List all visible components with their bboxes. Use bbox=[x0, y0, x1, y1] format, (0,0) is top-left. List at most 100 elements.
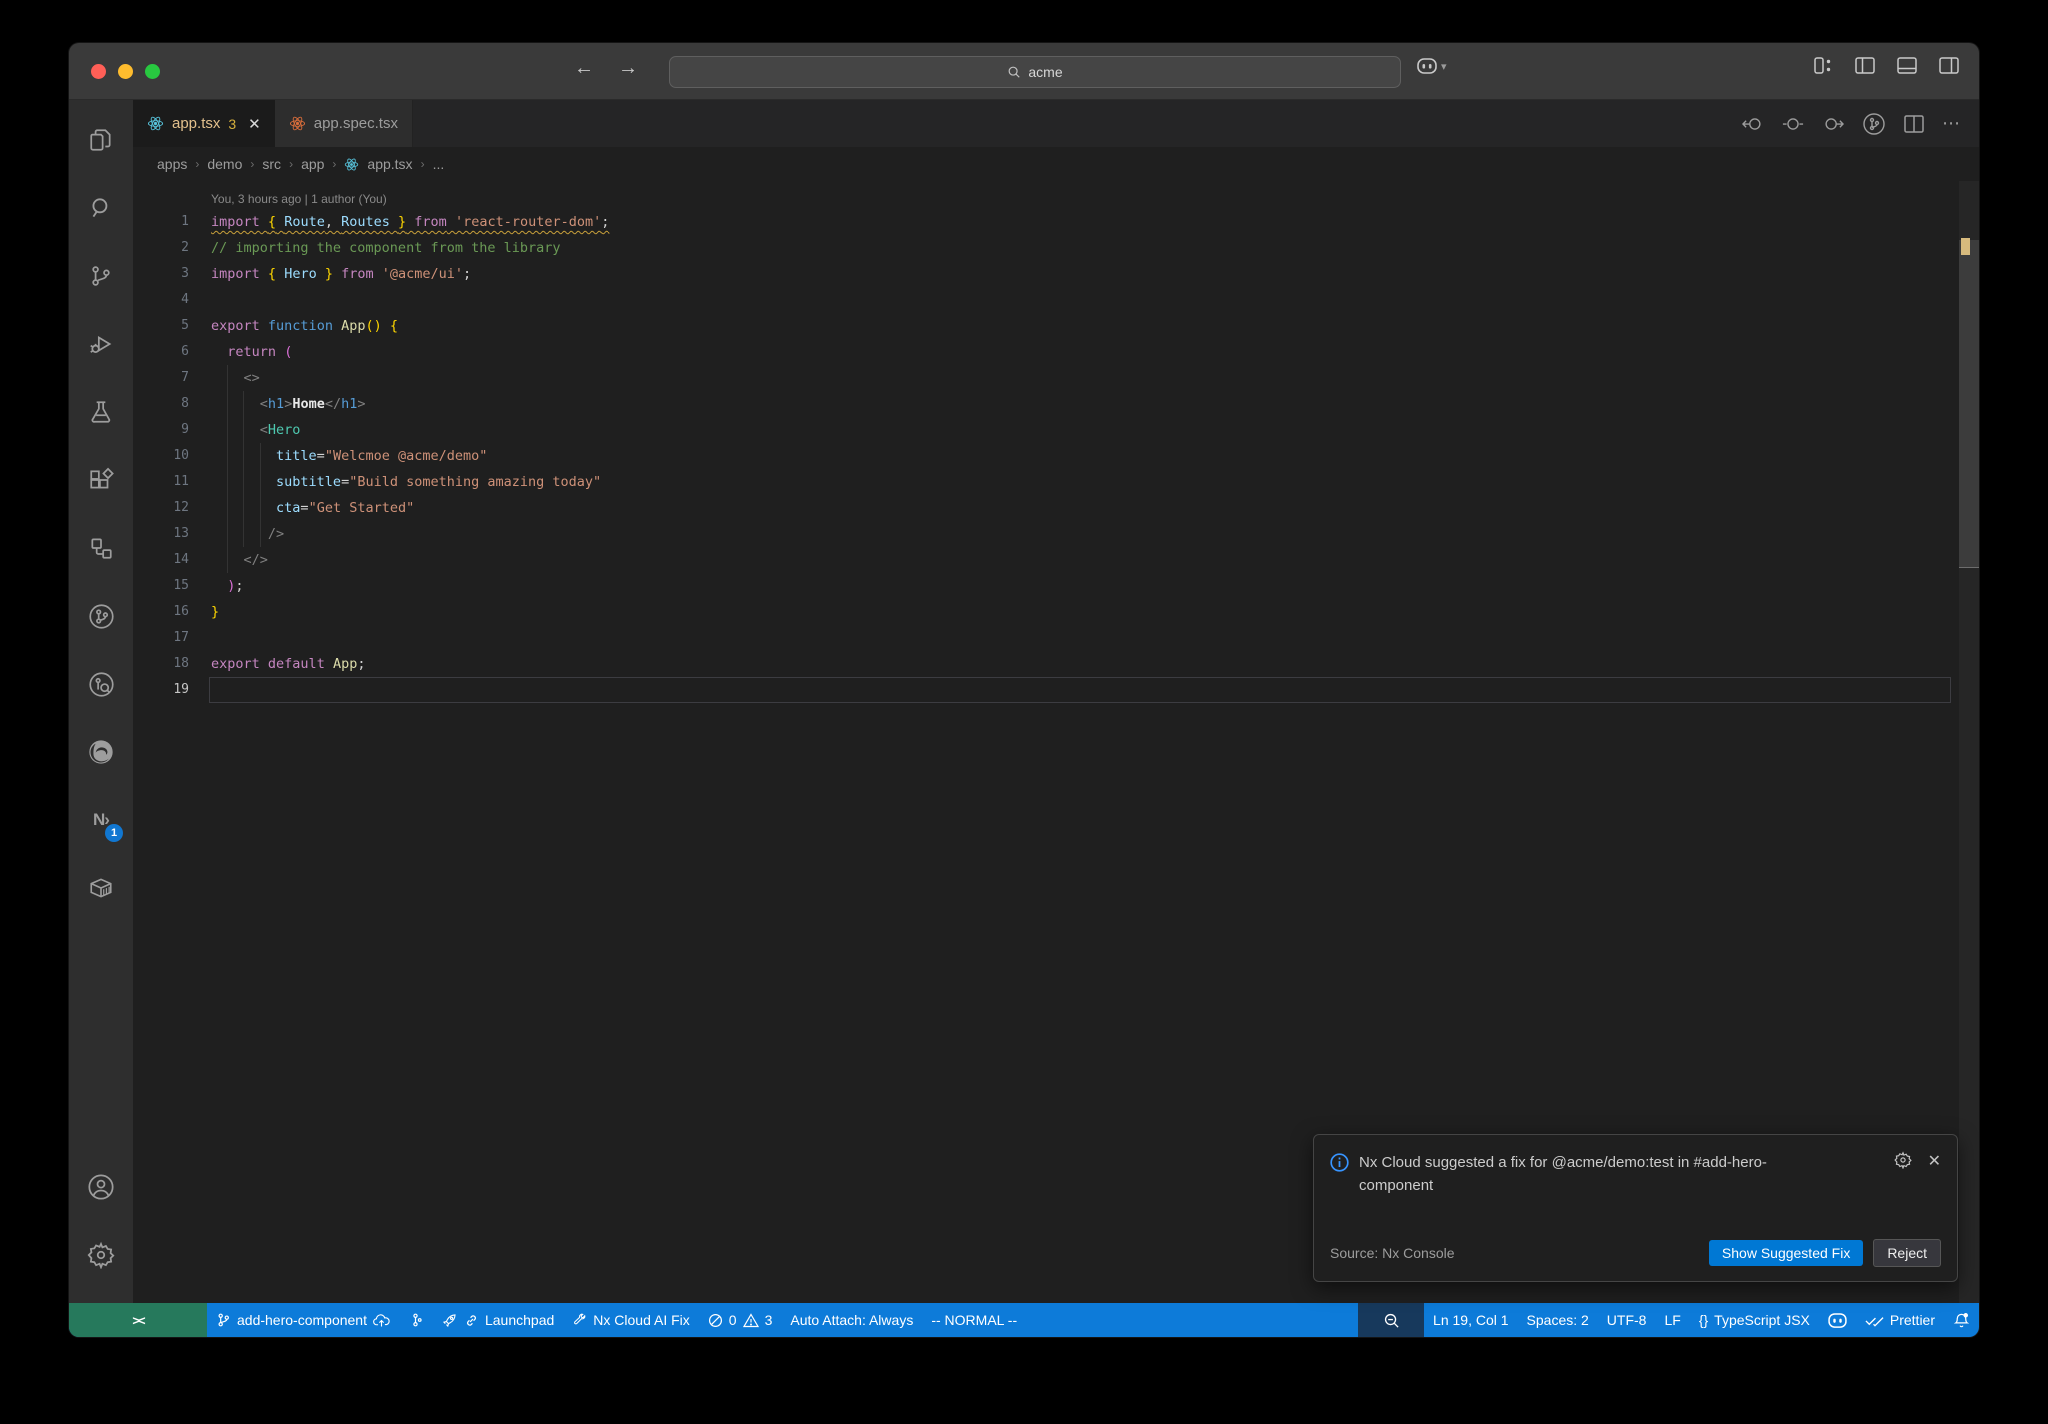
vim-mode-status-item[interactable]: -- NORMAL -- bbox=[922, 1303, 1026, 1337]
error-icon bbox=[708, 1313, 723, 1328]
run-debug-icon[interactable] bbox=[77, 318, 125, 370]
code-line[interactable]: 19 bbox=[133, 677, 1979, 703]
changes-icon[interactable] bbox=[1782, 115, 1804, 133]
source-control-icon[interactable] bbox=[77, 250, 125, 302]
testing-icon[interactable] bbox=[77, 386, 125, 438]
code-line[interactable]: 7 <> bbox=[133, 365, 1979, 391]
warning-count: 3 bbox=[764, 1312, 773, 1328]
window-close-button[interactable] bbox=[91, 64, 106, 79]
breadcrumb-item[interactable]: apps bbox=[157, 156, 187, 172]
rocket-icon bbox=[441, 1312, 458, 1329]
command-center-search[interactable]: acme bbox=[669, 56, 1401, 88]
navigate-forward-icon[interactable]: → bbox=[618, 57, 638, 80]
edge-browser-icon[interactable] bbox=[77, 726, 125, 778]
nx-console-icon[interactable]: N› 1 bbox=[77, 794, 125, 846]
previous-change-icon[interactable] bbox=[1742, 115, 1764, 133]
link-icon bbox=[464, 1313, 479, 1328]
more-actions-icon[interactable]: ⋯ bbox=[1942, 113, 1961, 134]
references-icon[interactable] bbox=[77, 522, 125, 574]
show-suggested-fix-button[interactable]: Show Suggested Fix bbox=[1708, 1240, 1864, 1266]
code-line[interactable]: 13 /> bbox=[133, 521, 1979, 547]
scrollbar[interactable] bbox=[1959, 181, 1979, 1303]
blame-codelens[interactable]: You, 3 hours ago | 1 author (You) bbox=[211, 189, 1979, 209]
code-line[interactable]: 17 bbox=[133, 625, 1979, 651]
line-number: 12 bbox=[173, 500, 189, 515]
indentation-status-item[interactable]: Spaces: 2 bbox=[1518, 1303, 1598, 1337]
breadcrumb-item[interactable]: demo bbox=[207, 156, 242, 172]
copilot-icon bbox=[1417, 58, 1437, 74]
line-number: 14 bbox=[173, 552, 189, 567]
gitlens-inspect-icon[interactable] bbox=[77, 658, 125, 710]
notifications-bell-item[interactable] bbox=[1944, 1303, 1979, 1337]
commit-graph-icon[interactable] bbox=[1862, 112, 1886, 136]
code-line[interactable]: 2 // importing the component from the lib… bbox=[133, 235, 1979, 261]
breadcrumb-more[interactable]: ... bbox=[433, 156, 445, 172]
breadcrumb-item[interactable]: src bbox=[262, 156, 281, 172]
encoding-status-item[interactable]: UTF-8 bbox=[1598, 1303, 1656, 1337]
customize-layout-icon[interactable] bbox=[1814, 57, 1833, 74]
code-line[interactable]: 14 </> bbox=[133, 547, 1979, 573]
copilot-menu[interactable]: ▾ bbox=[1417, 58, 1447, 74]
code-line[interactable]: 3 import { Hero } from '@acme/ui'; bbox=[133, 261, 1979, 287]
nx-cloud-fix-status-item[interactable]: Nx Cloud AI Fix bbox=[563, 1303, 698, 1337]
error-count: 0 bbox=[728, 1312, 737, 1328]
code-text: return ( bbox=[227, 344, 293, 360]
indent-guide bbox=[260, 443, 261, 547]
gitlens-icon[interactable] bbox=[77, 590, 125, 642]
code-line[interactable]: 6 return ( bbox=[133, 339, 1979, 365]
notification-close-icon[interactable]: ✕ bbox=[1928, 1151, 1941, 1198]
commit-graph-status-item[interactable] bbox=[399, 1303, 432, 1337]
breadcrumb-item[interactable]: app.tsx bbox=[367, 156, 412, 172]
search-sidebar-icon[interactable] bbox=[77, 182, 125, 234]
language-mode-status-item[interactable]: {} TypeScript JSX bbox=[1690, 1303, 1819, 1337]
line-number: 3 bbox=[181, 266, 189, 281]
code-line[interactable]: 8 <h1>Home</h1> bbox=[133, 391, 1979, 417]
tab-close-icon[interactable]: ✕ bbox=[248, 115, 261, 133]
settings-gear-icon[interactable] bbox=[77, 1229, 125, 1281]
copilot-status-item[interactable] bbox=[1819, 1303, 1856, 1337]
containers-icon[interactable] bbox=[77, 862, 125, 914]
info-icon bbox=[1330, 1153, 1349, 1198]
code-line[interactable]: 10 title="Welcmoe @acme/demo" bbox=[133, 443, 1979, 469]
eol-status-item[interactable]: LF bbox=[1655, 1303, 1689, 1337]
bell-icon bbox=[1953, 1312, 1970, 1329]
window-zoom-button[interactable] bbox=[145, 64, 160, 79]
code-line[interactable]: 15 ); bbox=[133, 573, 1979, 599]
code-line[interactable]: 16} bbox=[133, 599, 1979, 625]
tab-app-spec-tsx[interactable]: app.spec.tsx bbox=[274, 100, 413, 147]
toggle-panel-icon[interactable] bbox=[1897, 57, 1917, 74]
scrollbar-thumb[interactable] bbox=[1959, 240, 1979, 568]
formatter-status-item[interactable]: Prettier bbox=[1856, 1303, 1944, 1337]
split-editor-icon[interactable] bbox=[1904, 114, 1924, 133]
account-icon[interactable] bbox=[77, 1161, 125, 1213]
breadcrumb-item[interactable]: app bbox=[301, 156, 324, 172]
notification-message: Nx Cloud suggested a fix for @acme/demo:… bbox=[1359, 1154, 1767, 1195]
code-line[interactable]: 12 cta="Get Started" bbox=[133, 495, 1979, 521]
toggle-secondary-sidebar-icon[interactable] bbox=[1939, 57, 1959, 74]
launchpad-status-item[interactable]: Launchpad bbox=[432, 1303, 563, 1337]
explorer-icon[interactable] bbox=[77, 114, 125, 166]
zoom-status-item[interactable] bbox=[1358, 1303, 1425, 1337]
code-line[interactable]: 18 export default App; bbox=[133, 651, 1979, 677]
toggle-primary-sidebar-icon[interactable] bbox=[1855, 57, 1875, 74]
nx-badge: 1 bbox=[105, 824, 123, 842]
code-line[interactable]: 1 import { Route, Routes } from 'react-ro… bbox=[133, 209, 1979, 235]
code-line[interactable]: 9 <Hero bbox=[133, 417, 1979, 443]
code-text: </> bbox=[243, 552, 268, 568]
extensions-icon[interactable] bbox=[77, 454, 125, 506]
tab-app-tsx[interactable]: app.tsx 3 ✕ bbox=[133, 100, 275, 147]
problems-status-item[interactable]: 0 3 bbox=[699, 1303, 782, 1337]
code-line[interactable]: 11 subtitle="Build something amazing tod… bbox=[133, 469, 1979, 495]
notification-settings-gear-icon[interactable] bbox=[1893, 1151, 1912, 1198]
navigate-back-icon[interactable]: ← bbox=[574, 57, 594, 80]
cursor-position-status-item[interactable]: Ln 19, Col 1 bbox=[1424, 1303, 1518, 1337]
code-line[interactable]: 5 export function App() { bbox=[133, 313, 1979, 339]
next-change-icon[interactable] bbox=[1822, 115, 1844, 133]
branch-status-item[interactable]: add-hero-component bbox=[207, 1303, 399, 1337]
auto-attach-status-item[interactable]: Auto Attach: Always bbox=[781, 1303, 922, 1337]
reject-button[interactable]: Reject bbox=[1873, 1239, 1941, 1267]
window-minimize-button[interactable] bbox=[118, 64, 133, 79]
remote-indicator[interactable]: >< bbox=[69, 1303, 207, 1337]
code-line[interactable]: 4 bbox=[133, 287, 1979, 313]
wrench-icon bbox=[572, 1313, 587, 1328]
